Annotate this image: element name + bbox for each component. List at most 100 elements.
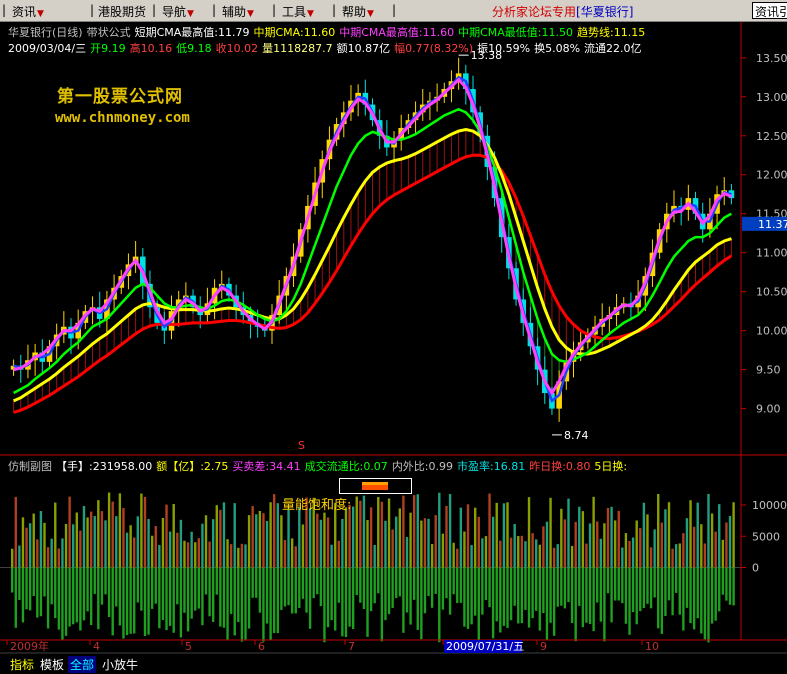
volume-header-item: 成交流通比:0.07 <box>304 460 388 473</box>
header-row2-item: 2009/03/04/三 <box>8 42 87 55</box>
volume-bar-down <box>398 567 402 597</box>
volume-bar-down <box>75 567 78 623</box>
volume-bar-down <box>247 567 251 629</box>
volume-bar-up <box>398 508 402 568</box>
volume-bar-up <box>581 511 585 568</box>
volume-bar-down <box>122 567 125 639</box>
volume-bar-up <box>395 516 398 568</box>
volume-bar-down <box>226 567 229 640</box>
header-row2-item: 开9.19 <box>90 42 126 55</box>
tab-template[interactable]: 模板 <box>38 656 67 673</box>
header-row2-item: 流通22.0亿 <box>584 42 642 55</box>
volume-bar-up <box>104 520 107 568</box>
volume-bar-up <box>570 545 574 568</box>
volume-bar-down <box>728 567 732 605</box>
volume-bar-up <box>700 524 703 568</box>
price-annotation-label: 8.74 <box>564 429 589 442</box>
volume-bar-up <box>549 497 552 568</box>
volume-bar-down <box>147 567 150 635</box>
volume-bar-down <box>115 567 118 607</box>
date-tick-label: 9 <box>540 640 547 653</box>
volume-bar-up <box>344 507 348 568</box>
volume-bar-down <box>642 567 646 608</box>
saturation-fill-top <box>362 482 388 485</box>
volume-bar-up <box>509 537 513 568</box>
volume-bar-up <box>588 523 592 568</box>
volume-bar-up <box>384 520 387 568</box>
volume-bar-down <box>104 567 107 595</box>
volume-bar-down <box>265 567 269 624</box>
volume-bar-up <box>556 544 559 568</box>
price-tick-label: 9.50 <box>756 364 781 377</box>
volume-bar-down <box>366 567 369 637</box>
volume-bar-down <box>707 567 710 643</box>
volume-bar-up <box>107 492 111 568</box>
volume-bar-down <box>186 567 190 632</box>
volume-bar-up <box>599 538 603 568</box>
volume-bar-down <box>552 567 556 636</box>
volume-header-item: 昨日换:0.80 <box>529 460 591 473</box>
volume-bar-down <box>538 567 541 631</box>
tab-all[interactable]: 全部 <box>68 656 97 673</box>
price-tick-label: 11.00 <box>756 247 787 260</box>
volume-bar-down <box>43 567 46 597</box>
tab-xiaofangniu[interactable]: 小放牛 <box>100 656 141 673</box>
volume-bar-down <box>491 567 495 639</box>
volume-bar-down <box>240 567 244 642</box>
volume-bar-up <box>682 533 685 568</box>
volume-bar-down <box>703 567 707 640</box>
volume-bar-up <box>578 506 581 568</box>
volume-bar-down <box>262 567 265 642</box>
volume-bar-down <box>585 567 588 623</box>
volume-bar-up <box>72 524 75 568</box>
volume-bar-down <box>671 567 674 616</box>
volume-bar-down <box>86 567 89 612</box>
volume-bar-up <box>194 542 197 568</box>
volume-bar-up <box>294 546 297 568</box>
volume-bar-down <box>617 567 620 601</box>
volume-bar-down <box>603 567 606 642</box>
header-row1-item: 趋势线:11.15 <box>577 26 646 39</box>
volume-bar-down <box>653 567 656 598</box>
volume-bar-down <box>470 567 473 625</box>
volume-bar-down <box>276 567 279 634</box>
volume-bar-up <box>129 525 132 568</box>
volume-bar-down <box>46 567 50 629</box>
volume-bar-up <box>122 508 125 568</box>
volume-bar-up <box>186 542 190 568</box>
price-tick-label: 12.00 <box>756 169 787 182</box>
volume-bar-up <box>628 540 631 568</box>
volume-bar-down <box>520 567 524 624</box>
volume-bar-up <box>506 502 509 568</box>
volume-bar-down <box>280 567 283 610</box>
volume-bar-up <box>32 513 35 568</box>
volume-bar-up <box>674 544 678 568</box>
volume-bar-down <box>305 567 308 613</box>
volume-bar-down <box>172 567 175 633</box>
volume-bar-down <box>97 567 100 630</box>
volume-bar-down <box>488 567 491 608</box>
volume-bar-down <box>351 567 355 630</box>
volume-bar-up <box>610 506 613 568</box>
header-row2-item: 低9.18 <box>176 42 212 55</box>
volume-bar-down <box>463 567 466 627</box>
volume-bar-up <box>617 510 620 568</box>
volume-bar-up <box>524 541 527 568</box>
volume-bar-up <box>258 510 262 568</box>
volume-bar-down <box>567 567 570 603</box>
volume-bar-down <box>211 567 215 622</box>
volume-bar-up <box>535 539 538 568</box>
volume-bar-up <box>14 496 17 568</box>
volume-bar-up <box>545 521 549 568</box>
volume-bar-up <box>183 540 186 568</box>
volume-bar-down <box>50 567 53 605</box>
tab-indicator[interactable]: 指标 <box>8 656 37 673</box>
volume-bar-down <box>204 567 208 595</box>
volume-bar-up <box>165 504 168 568</box>
volume-bar-down <box>326 567 330 628</box>
volume-bar-up <box>434 515 437 568</box>
volume-bar-down <box>710 567 714 624</box>
volume-bar-up <box>222 502 226 568</box>
volume-bar-down <box>732 567 735 606</box>
volume-bar-down <box>646 567 649 604</box>
